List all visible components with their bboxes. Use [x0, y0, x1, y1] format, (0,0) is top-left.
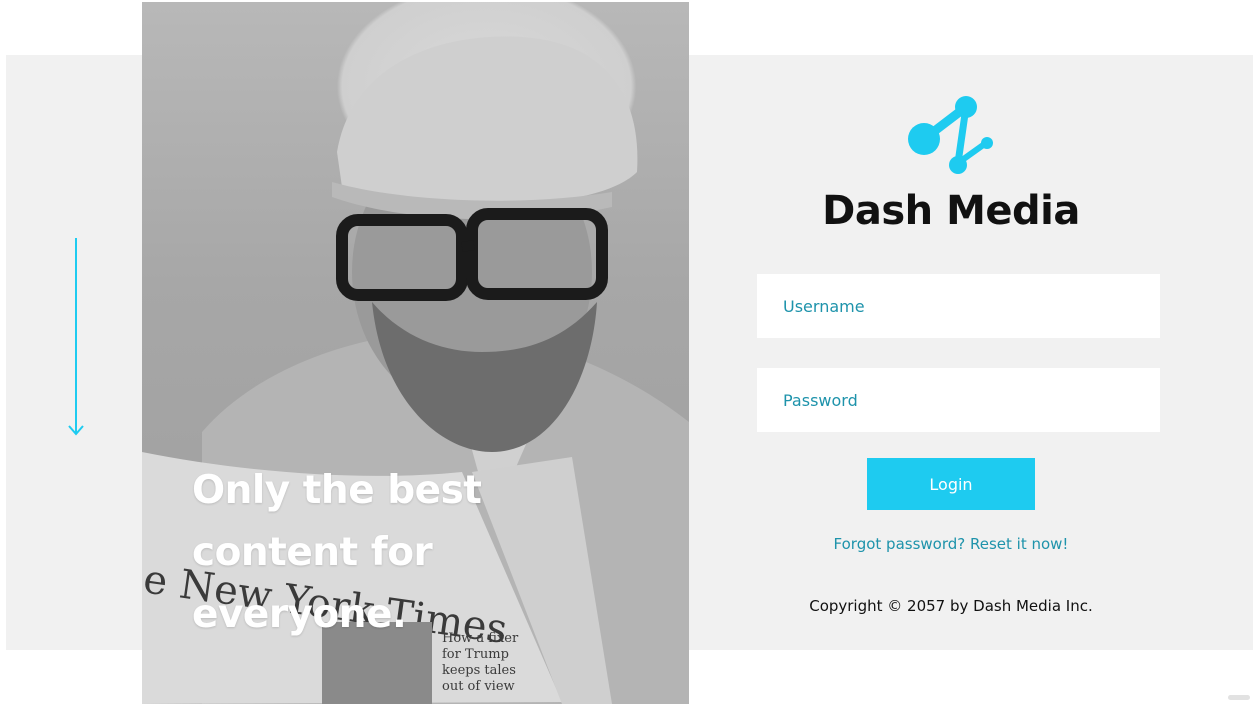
svg-text:out of view: out of view	[442, 679, 515, 694]
tagline-line: everyone.	[192, 592, 407, 637]
username-input[interactable]	[757, 274, 1160, 338]
login-button[interactable]: Login	[867, 458, 1035, 510]
reset-password-link[interactable]: Forgot password? Reset it now!	[800, 535, 1102, 553]
svg-text:keeps tales: keeps tales	[442, 663, 516, 678]
hero-tagline: Only the best content for everyone.	[192, 460, 512, 646]
svg-text:for Trump: for Trump	[442, 647, 509, 662]
corner-handle	[1228, 695, 1250, 700]
tagline-line: content for	[192, 530, 433, 575]
password-input[interactable]	[757, 368, 1160, 432]
brand-title: Dash Media	[822, 188, 1080, 234]
copyright-text: Copyright © 2057 by Dash Media Inc.	[809, 597, 1093, 615]
molecule-logo-icon	[908, 96, 993, 174]
arrow-down-icon	[68, 238, 84, 436]
tagline-line: Only the best	[192, 468, 482, 513]
